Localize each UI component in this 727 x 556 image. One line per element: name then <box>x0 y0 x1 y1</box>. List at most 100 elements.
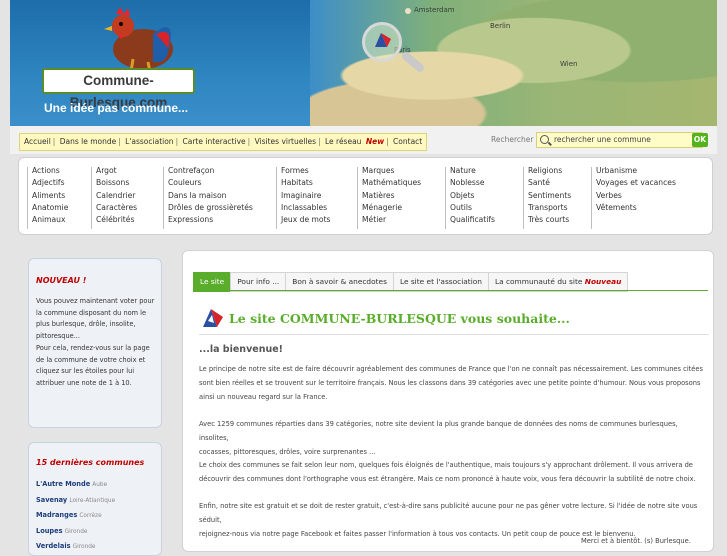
category-link[interactable]: Caractères <box>96 202 137 214</box>
nav-separator: | <box>318 137 321 146</box>
site-tagline: Une idée pas commune... <box>44 101 189 115</box>
nouveau-line: Vous pouvez maintenant voter pour <box>36 297 155 305</box>
search-input[interactable]: rechercher une commune <box>536 132 703 148</box>
dernieres-list: L'Autre Monde Aube Savenay Loire-Atlanti… <box>36 477 115 555</box>
category-link[interactable]: Animaux <box>32 214 68 226</box>
tab-pour-info[interactable]: Pour info ... <box>230 272 287 292</box>
category-column: Nature Noblesse Objets Outils Qualificat… <box>445 165 495 230</box>
category-link[interactable]: Jeux de mots <box>281 214 331 226</box>
nouveau-line: attribuer une note de 1 à 10. <box>36 378 132 387</box>
list-item[interactable]: Loupes Gironde <box>36 524 115 540</box>
category-grid: Actions Adjectifs Aliments Anatomie Anim… <box>18 157 713 235</box>
category-link[interactable]: Qualificatifs <box>450 214 495 226</box>
category-link[interactable]: Matières <box>362 190 421 202</box>
top-bar: Accueil | Dans le monde | L'association | C… <box>10 126 717 154</box>
category-link[interactable]: Habitats <box>281 177 331 189</box>
category-link[interactable]: Ménagerie <box>362 202 421 214</box>
category-link[interactable]: Noblesse <box>450 177 495 189</box>
category-column: Actions Adjectifs Aliments Anatomie Anim… <box>26 165 68 230</box>
page-title: Le site COMMUNE-BURLESQUE vous souhaite.… <box>229 311 570 326</box>
category-link[interactable]: Voyages et vacances <box>596 177 676 189</box>
free-paragraph: Enfin, notre site est gratuit et se doit… <box>199 502 698 539</box>
nav-separator: | <box>386 137 389 146</box>
category-link[interactable]: Formes <box>281 165 331 177</box>
category-link[interactable]: Santé <box>528 177 571 189</box>
nav-separator: | <box>118 137 121 146</box>
nouveau-line: Pour cela, rendez-vous sur la page <box>36 343 150 352</box>
nav-carte-interactive[interactable]: Carte interactive <box>183 137 246 146</box>
nav-separator: | <box>52 137 56 146</box>
nouveau-line: cliquez sur les étoiles pour lui <box>36 367 135 376</box>
tab-le-site[interactable]: Le site <box>193 272 232 292</box>
category-link[interactable]: Inclassables <box>281 202 331 214</box>
category-link[interactable]: Dans la maison <box>168 190 253 202</box>
category-link[interactable]: Imaginaire <box>281 190 331 202</box>
category-link[interactable]: Contrefaçon <box>168 165 253 177</box>
nouveau-text: Vous pouvez maintenant voter pour la com… <box>36 296 161 390</box>
category-link[interactable]: Outils <box>450 202 495 214</box>
category-link[interactable]: Aliments <box>32 190 68 202</box>
nouveau-title: NOUVEAU ! <box>36 276 87 285</box>
category-column: Formes Habitats Imaginaire Inclassables … <box>276 165 331 230</box>
tab-underline <box>193 290 708 291</box>
category-link[interactable]: Couleurs <box>168 177 253 189</box>
category-link[interactable]: Objets <box>450 190 495 202</box>
site-header: Amsterdam Paris Berlin Wien Commune-Burl… <box>10 0 717 126</box>
category-link[interactable]: Expressions <box>168 214 253 226</box>
category-link[interactable]: Verbes <box>596 190 676 202</box>
category-link[interactable]: Très courts <box>528 214 571 226</box>
category-link[interactable]: Actions <box>32 165 68 177</box>
map-label: Berlin <box>490 22 511 30</box>
category-column: Contrefaçon Couleurs Dans la maison Drôl… <box>163 165 253 230</box>
category-link[interactable]: Anatomie <box>32 202 68 214</box>
nav-separator: | <box>247 137 251 146</box>
site-logo[interactable]: Commune-Burlesque.com <box>42 68 195 110</box>
category-link[interactable]: Calendrier <box>96 190 137 202</box>
list-item[interactable]: L'Autre Monde Aube <box>36 477 115 493</box>
category-column: Urbanisme Voyages et vacances Verbes Vêt… <box>591 165 676 230</box>
category-link[interactable]: Vêtements <box>596 202 676 214</box>
category-column: Argot Boissons Calendrier Caractères Cél… <box>90 165 137 230</box>
category-link[interactable]: Mathématiques <box>362 177 421 189</box>
category-link[interactable]: Marques <box>362 165 421 177</box>
magnifier-icon[interactable] <box>362 22 402 62</box>
nouveau-line: pittoresque... <box>36 332 80 341</box>
category-link[interactable]: Sentiments <box>528 190 571 202</box>
category-link[interactable]: Adjectifs <box>32 177 68 189</box>
nouveau-box: NOUVEAU ! Vous pouvez maintenant voter p… <box>28 258 162 428</box>
nav-dans-le-monde[interactable]: Dans le monde <box>60 137 117 146</box>
list-item[interactable]: Savenay Loire-Atlantique <box>36 493 115 509</box>
list-item[interactable]: Verdelais Gironde <box>36 539 115 555</box>
rooster-logo-icon <box>104 7 173 73</box>
nav-association[interactable]: L'association <box>125 137 173 146</box>
signature: Merci et à bientôt. (s) Burlesque. <box>581 537 691 545</box>
nav-contact[interactable]: Contact <box>393 137 422 146</box>
category-link[interactable]: Urbanisme <box>596 165 676 177</box>
page-subtitle: ...la bienvenue! <box>199 344 284 355</box>
category-link[interactable]: Métier <box>362 214 421 226</box>
category-link[interactable]: Boissons <box>96 177 137 189</box>
list-item[interactable]: Madranges Corrèze <box>36 508 115 524</box>
search-label: Rechercher <box>491 135 534 144</box>
nav-le-reseau[interactable]: Le réseau <box>325 137 361 146</box>
nav-new-badge: New <box>365 137 385 146</box>
category-link[interactable]: Argot <box>96 165 137 177</box>
tab-bon-a-savoir[interactable]: Bon à savoir & anecdotes <box>285 272 394 292</box>
map-label: Amsterdam <box>414 6 455 14</box>
tab-site-association[interactable]: Le site et l'association <box>392 272 489 292</box>
nav-visites-virtuelles[interactable]: Visites virtuelles <box>255 137 317 146</box>
category-link[interactable]: Célébrités <box>96 214 137 226</box>
dernieres-title: 15 dernières communes <box>36 458 145 467</box>
flag-logo-icon <box>203 309 223 327</box>
tab-communaute-label: La communauté du site <box>494 277 583 286</box>
europe-map[interactable]: Amsterdam Paris Berlin Wien <box>310 0 717 126</box>
search-placeholder: rechercher une commune <box>554 135 651 144</box>
category-link[interactable]: Drôles de grossièretés <box>168 202 253 214</box>
search-ok-button[interactable]: OK <box>692 133 708 147</box>
category-link[interactable]: Religions <box>528 165 571 177</box>
category-link[interactable]: Nature <box>450 165 495 177</box>
intro-paragraph: Le principe de notre site est de faire d… <box>199 365 704 402</box>
nav-accueil[interactable]: Accueil <box>24 137 51 146</box>
tab-communaute[interactable]: La communauté du site Nouveau <box>487 272 629 292</box>
category-link[interactable]: Transports <box>528 202 571 214</box>
